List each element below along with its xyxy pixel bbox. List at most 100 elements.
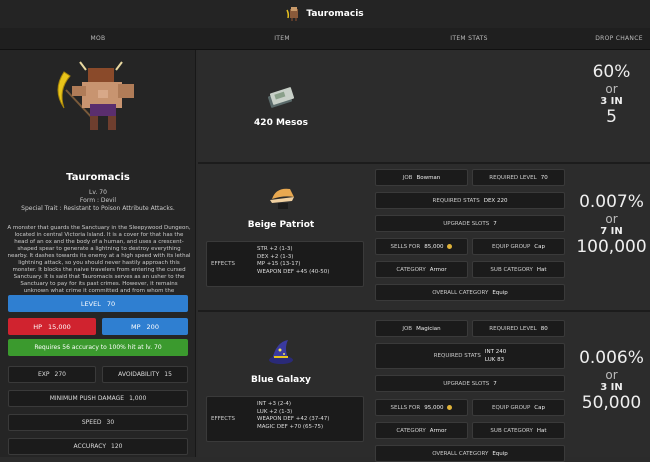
effect-line: WEAPON DEF +42 (37-47) [257, 416, 330, 422]
cat-value: Armor [429, 266, 447, 273]
slots-label: UPGRADE SLOTS [443, 380, 490, 387]
exp-value: 270 [54, 371, 66, 378]
equip-group-box: EQUIP GROUP Cap [472, 399, 565, 416]
job-box: JOB Magician [375, 320, 468, 337]
sells-for-box: SELLS FOR 95,000 [375, 399, 468, 416]
sells-value: 95,000 [424, 404, 444, 411]
job-value: Magician [416, 325, 441, 332]
speed-label: SPEED [81, 419, 102, 426]
meso-coin-icon [447, 244, 453, 249]
cat-value: Armor [429, 427, 447, 434]
overall-category-box: OVERALL CATEGORY Equip [375, 284, 565, 301]
drop-total: 100,000 [576, 237, 647, 257]
overall-value: Equip [492, 450, 508, 457]
overall-category-box: OVERALL CATEGORY Equip [375, 445, 565, 462]
reqlv-value: 70 [540, 174, 548, 181]
mob-trait-text: Special Trait : Resistant to Poison Attr… [21, 205, 175, 212]
mob-name: Tauromacis [66, 172, 130, 183]
mob-panel: Tauromacis Lv. 70 Form : Devil Special T… [0, 50, 196, 457]
acc-value: 120 [111, 443, 123, 450]
slots-value: 7 [493, 380, 497, 387]
column-header-item-stats[interactable]: ITEM STATS [450, 35, 487, 42]
level-bar: LEVEL 70 [8, 295, 188, 312]
cat-label: CATEGORY [396, 266, 426, 273]
level-value: 70 [106, 299, 116, 308]
job-value: Bowman [416, 174, 441, 181]
eqgroup-label: EQUIP GROUP [492, 404, 531, 411]
mp-value: 200 [146, 322, 159, 331]
meso-bill-icon [267, 87, 295, 108]
avoid-value: 15 [164, 371, 172, 378]
effect-line: MAGIC DEF +70 (65-75) [257, 423, 324, 430]
eqgroup-value: Cap [534, 404, 545, 411]
required-stats-box: REQUIRED STATS DEX 220 [375, 192, 565, 209]
slots-value: 7 [493, 220, 497, 227]
acc-label: ACCURACY [73, 443, 106, 450]
hp-value: 15,000 [48, 322, 71, 331]
category-box: CATEGORY Armor [375, 422, 468, 439]
mp-bar: MP 200 [102, 318, 188, 335]
drop-name-mesos[interactable]: 420 Mesos [208, 118, 354, 128]
upgrade-slots-box: UPGRADE SLOTS 7 [375, 215, 565, 232]
sells-label: SELLS FOR [390, 404, 421, 411]
drop-total: 50,000 [581, 393, 642, 413]
overall-label: OVERALL CATEGORY [432, 450, 489, 457]
column-header-mob[interactable]: MOB [91, 35, 106, 42]
drop-pct: 0.007% [579, 192, 644, 212]
hp-label: HP [33, 322, 43, 331]
effects-lines: STR +2 (1-3) DEX +2 (1-3) MP +15 (13-17)… [257, 246, 329, 276]
min-push-damage-stat: MINIMUM PUSH DAMAGE 1,000 [8, 390, 188, 407]
hp-bar: HP 15,000 [8, 318, 96, 335]
effect-line: DEX +2 (1-3) [257, 253, 294, 260]
effects-lines: INT +3 (2-4) LUK +2 (1-3) WEAPON DEF +42… [257, 401, 329, 431]
job-label: JOB [402, 325, 413, 332]
effects-label: EFFECTS [211, 416, 235, 422]
upgrade-slots-box: UPGRADE SLOTS 7 [375, 375, 565, 392]
mpd-label: MINIMUM PUSH DAMAGE [49, 395, 125, 402]
mp-label: MP [131, 322, 141, 331]
column-header-drop-chance[interactable]: DROP CHANCE [595, 35, 643, 42]
mpd-value: 1,000 [129, 395, 147, 402]
drop-or: or [605, 368, 618, 382]
column-header-item[interactable]: ITEM [274, 35, 290, 42]
reqstats-label: REQUIRED STATS [432, 197, 480, 204]
sells-label: SELLS FOR [390, 243, 421, 250]
drop-chance-blue-galaxy: 0.006% or 3 IN 50,000 [573, 348, 650, 413]
page-title: Tauromacis [306, 9, 364, 19]
drop-or: or [605, 82, 618, 96]
effect-line: LUK +2 (1-3) [257, 408, 293, 415]
effects-label: EFFECTS [211, 261, 235, 267]
effect-line: STR +2 (1-3) [257, 246, 293, 252]
eqgroup-label: EQUIP GROUP [492, 243, 531, 250]
tauromacis-icon [286, 7, 299, 21]
exp-stat: EXP 270 [8, 366, 96, 383]
drop-x-in: 7 IN [600, 226, 623, 237]
reqstats-value: INT 240 [484, 349, 507, 355]
subcat-label: SUB CATEGORY [490, 266, 533, 273]
effect-line: WEAPON DEF +45 (40-50) [257, 268, 330, 275]
overall-label: OVERALL CATEGORY [432, 289, 489, 296]
reqlv-label: REQUIRED LEVEL [489, 174, 537, 181]
eqgroup-value: Cap [534, 243, 545, 250]
required-stats-box: REQUIRED STATS INT 240 LUK 83 [375, 343, 565, 369]
reqlv-value: 80 [540, 325, 548, 332]
drop-name-beige-patriot[interactable]: Beige Patriot [208, 220, 354, 230]
reqstats-value: LUK 83 [484, 357, 505, 363]
reqstats-values: INT 240 LUK 83 [485, 348, 506, 364]
accuracy-stat: ACCURACY 120 [8, 438, 188, 455]
exp-label: EXP [38, 371, 50, 378]
drop-pct: 60% [592, 62, 631, 82]
required-level-box: REQUIRED LEVEL 80 [472, 320, 565, 337]
drop-total: 5 [606, 107, 617, 127]
required-level-box: REQUIRED LEVEL 70 [472, 169, 565, 186]
sells-value: 85,000 [424, 243, 444, 250]
avoid-label: AVOIDABILITY [118, 371, 160, 378]
drop-or: or [605, 212, 618, 226]
effects-box: EFFECTS INT +3 (2-4) LUK +2 (1-3) WEAPON… [206, 396, 364, 442]
avoidability-stat: AVOIDABILITY 15 [102, 366, 188, 383]
drop-name-blue-galaxy[interactable]: Blue Galaxy [208, 375, 354, 385]
top-bar: Tauromacis [0, 0, 650, 28]
reqlv-label: REQUIRED LEVEL [489, 325, 537, 332]
meso-coin-icon [447, 405, 453, 410]
mob-form-text: Form : Devil [79, 197, 117, 204]
